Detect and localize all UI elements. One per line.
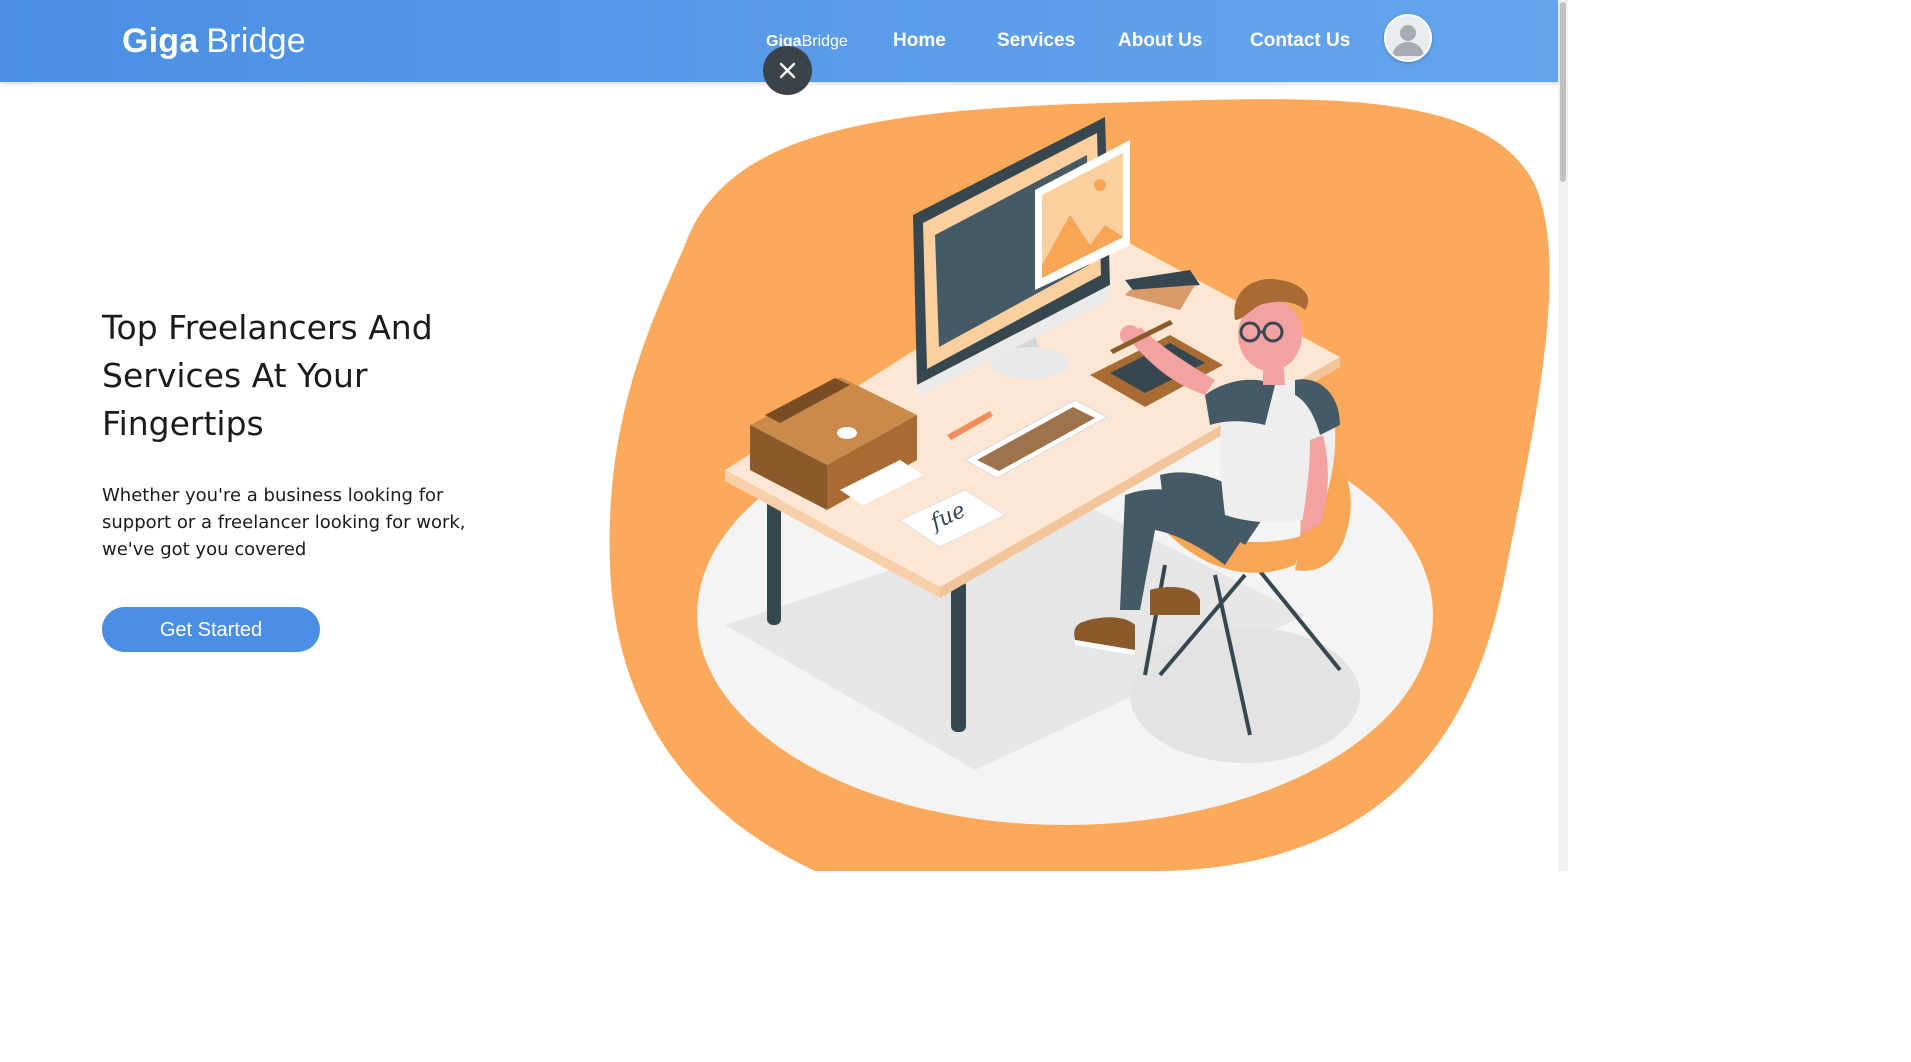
scrollbar-thumb[interactable] [1560, 2, 1566, 182]
nav-about-us-link[interactable]: About Us [1118, 30, 1202, 52]
user-avatar-icon [1386, 16, 1430, 60]
close-icon [779, 62, 796, 79]
close-button[interactable] [763, 46, 812, 95]
nav-home-link[interactable]: Home [893, 30, 946, 52]
printer-button [837, 427, 857, 439]
page-scrollbar[interactable] [1558, 0, 1568, 871]
get-started-button[interactable]: Get Started [102, 607, 320, 652]
chair-shadow [1130, 627, 1360, 763]
page: Giga Bridge GigaBridge Home Services Abou… [0, 0, 1568, 871]
freelancer-desk-illustration: fue [609, 99, 1550, 871]
brand-logo-bold: Giga [122, 22, 199, 60]
brand-logo-regular: Bridge [206, 22, 306, 60]
image-sun [1094, 179, 1106, 191]
hero-subtitle: Whether you're a business looking for su… [102, 485, 466, 560]
hero-title: Top Freelancers And Services At Your Fin… [102, 308, 433, 443]
nav-logo-regular: Bridge [801, 33, 848, 50]
user-avatar-button[interactable] [1384, 14, 1432, 62]
desk-leg-front [951, 580, 966, 732]
nav-contact-us-link[interactable]: Contact Us [1250, 30, 1350, 52]
nav-services-link[interactable]: Services [997, 30, 1075, 52]
brand-logo[interactable]: Giga Bridge [122, 22, 306, 61]
desk-leg-left [767, 495, 781, 625]
